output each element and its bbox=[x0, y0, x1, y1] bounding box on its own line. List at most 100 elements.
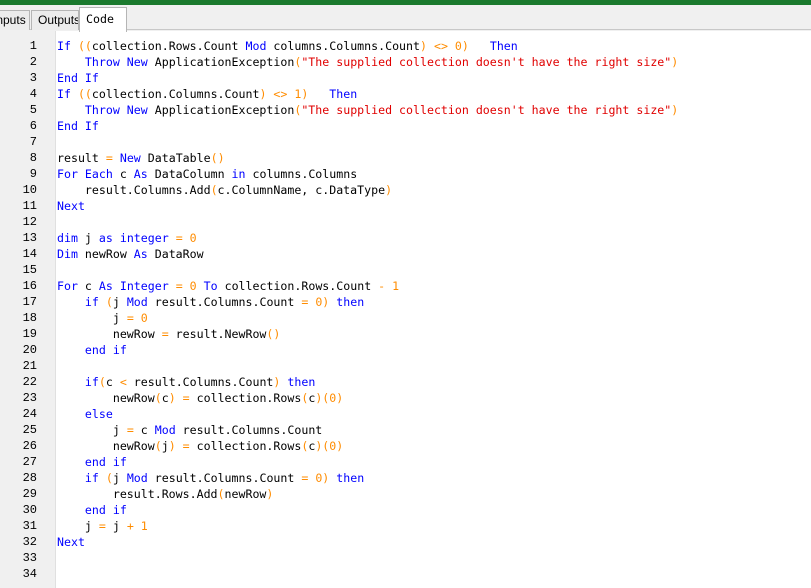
code-line[interactable]: 32 Next bbox=[0, 534, 811, 550]
code-token: ) bbox=[461, 39, 469, 53]
code-line[interactable]: 30 end if bbox=[0, 502, 811, 518]
code-line[interactable]: 14 Dim newRow As DataRow bbox=[0, 246, 811, 262]
code-text[interactable]: if (j Mod result.Columns.Count = 0) then bbox=[57, 470, 364, 486]
code-line[interactable]: 24 else bbox=[0, 406, 811, 422]
code-token: then bbox=[336, 471, 365, 485]
code-text[interactable]: end if bbox=[57, 342, 127, 358]
line-number: 24 bbox=[22, 407, 37, 421]
code-text[interactable]: End If bbox=[57, 118, 99, 134]
code-text[interactable]: Throw New ApplicationException("The supp… bbox=[57, 54, 678, 70]
tab-code[interactable]: Code bbox=[79, 7, 127, 32]
code-line[interactable]: 6 End If bbox=[0, 118, 811, 134]
code-token: Throw New bbox=[84, 55, 148, 69]
code-line[interactable]: 9 For Each c As DataColumn in columns.Col… bbox=[0, 166, 811, 182]
code-token: result.Columns.Add bbox=[57, 183, 211, 197]
code-token: ( bbox=[98, 375, 106, 389]
code-token: result.Columns.Count bbox=[175, 423, 323, 437]
code-token: )( bbox=[315, 439, 330, 453]
code-text[interactable]: j = 0 bbox=[57, 310, 148, 326]
code-line[interactable]: 7 bbox=[0, 134, 811, 150]
code-text[interactable]: result.Rows.Add(newRow) bbox=[57, 486, 274, 502]
code-text[interactable]: if(c < result.Columns.Count) then bbox=[57, 374, 315, 390]
code-line[interactable]: 33 bbox=[0, 550, 811, 566]
code-line[interactable]: 31 j = j + 1 bbox=[0, 518, 811, 534]
code-editor[interactable]: 1 If ((collection.Rows.Count Mod columns.… bbox=[0, 31, 811, 588]
code-text[interactable]: if (j Mod result.Columns.Count = 0) then bbox=[57, 294, 364, 310]
code-line[interactable]: 23 newRow(c) = collection.Rows(c)(0) bbox=[0, 390, 811, 406]
code-token: Then bbox=[329, 87, 358, 101]
code-text[interactable]: end if bbox=[57, 454, 127, 470]
code-text[interactable]: dim j as integer = 0 bbox=[57, 230, 197, 246]
code-text[interactable]: else bbox=[57, 406, 113, 422]
code-text[interactable]: j = c Mod result.Columns.Count bbox=[57, 422, 322, 438]
code-token: = bbox=[126, 423, 134, 437]
code-line[interactable]: 5 Throw New ApplicationException("The su… bbox=[0, 102, 811, 118]
code-text[interactable]: If ((collection.Rows.Count Mod columns.C… bbox=[57, 38, 518, 54]
code-token: collection.Columns.Count bbox=[91, 87, 260, 101]
code-text[interactable]: j = j + 1 bbox=[57, 518, 148, 534]
code-token: ApplicationException bbox=[147, 103, 295, 117]
code-line[interactable]: 8 result = New DataTable() bbox=[0, 150, 811, 166]
code-line[interactable]: 18 j = 0 bbox=[0, 310, 811, 326]
code-token: 0 bbox=[454, 39, 462, 53]
code-text[interactable]: For c As Integer = 0 To collection.Rows.… bbox=[57, 278, 399, 294]
code-token: in bbox=[231, 167, 246, 181]
code-token: < bbox=[119, 375, 127, 389]
code-line[interactable]: 10 result.Columns.Add(c.ColumnName, c.Da… bbox=[0, 182, 811, 198]
line-number: 28 bbox=[22, 471, 37, 485]
code-text[interactable]: newRow(c) = collection.Rows(c)(0) bbox=[57, 390, 343, 406]
code-text[interactable]: end if bbox=[57, 502, 127, 518]
code-line[interactable]: 20 end if bbox=[0, 342, 811, 358]
line-number: 31 bbox=[22, 519, 37, 533]
code-line[interactable]: 13 dim j as integer = 0 bbox=[0, 230, 811, 246]
code-line[interactable]: 12 bbox=[0, 214, 811, 230]
code-token: columns.Columns.Count bbox=[266, 39, 420, 53]
code-text[interactable]: newRow(j) = collection.Rows(c)(0) bbox=[57, 438, 343, 454]
code-text[interactable]: Throw New ApplicationException("The supp… bbox=[57, 102, 678, 118]
code-token: if bbox=[84, 295, 99, 309]
code-line[interactable]: 28 if (j Mod result.Columns.Count = 0) t… bbox=[0, 470, 811, 486]
code-line[interactable]: 29 result.Rows.Add(newRow) bbox=[0, 486, 811, 502]
code-line[interactable]: 21 bbox=[0, 358, 811, 374]
code-line[interactable]: 15 bbox=[0, 262, 811, 278]
tab-inputs[interactable]: Inputs bbox=[0, 10, 30, 30]
code-line[interactable]: 1 If ((collection.Rows.Count Mod columns.… bbox=[0, 38, 811, 54]
code-lines[interactable]: 1 If ((collection.Rows.Count Mod columns.… bbox=[0, 38, 811, 582]
code-line[interactable]: 25 j = c Mod result.Columns.Count bbox=[0, 422, 811, 438]
code-token: result.Columns.Count bbox=[147, 471, 302, 485]
code-line[interactable]: 11 Next bbox=[0, 198, 811, 214]
code-line[interactable]: 22 if(c < result.Columns.Count) then bbox=[0, 374, 811, 390]
code-token: c bbox=[105, 375, 120, 389]
code-text[interactable]: End If bbox=[57, 70, 99, 86]
code-text[interactable]: newRow = result.NewRow() bbox=[57, 326, 281, 342]
code-token: Next bbox=[57, 199, 85, 213]
code-line[interactable]: 17 if (j Mod result.Columns.Count = 0) t… bbox=[0, 294, 811, 310]
code-line[interactable]: 19 newRow = result.NewRow() bbox=[0, 326, 811, 342]
line-number: 33 bbox=[22, 551, 37, 565]
code-text[interactable]: Next bbox=[57, 534, 85, 550]
code-token: As Integer bbox=[98, 279, 169, 293]
code-line[interactable]: 4 If ((collection.Columns.Count) <> 1) Th… bbox=[0, 86, 811, 102]
code-line[interactable]: 26 newRow(j) = collection.Rows(c)(0) bbox=[0, 438, 811, 454]
code-token: <> bbox=[273, 87, 288, 101]
code-token: Mod bbox=[154, 423, 176, 437]
code-line[interactable]: 27 end if bbox=[0, 454, 811, 470]
code-token: result.NewRow bbox=[168, 327, 267, 341]
code-line[interactable]: 34 bbox=[0, 566, 811, 582]
code-text[interactable]: result.Columns.Add(c.ColumnName, c.DataT… bbox=[57, 182, 392, 198]
line-number: 12 bbox=[22, 215, 37, 229]
code-token: collection.Rows bbox=[189, 439, 302, 453]
code-line[interactable]: 3 End If bbox=[0, 70, 811, 86]
code-text[interactable]: If ((collection.Columns.Count) <> 1) The… bbox=[57, 86, 357, 102]
code-line[interactable]: 16 For c As Integer = 0 To collection.Row… bbox=[0, 278, 811, 294]
code-text[interactable]: result = New DataTable() bbox=[57, 150, 225, 166]
code-token: () bbox=[210, 151, 225, 165]
code-text[interactable]: For Each c As DataColumn in columns.Colu… bbox=[57, 166, 357, 182]
code-text[interactable]: Dim newRow As DataRow bbox=[57, 246, 204, 262]
code-text[interactable]: Next bbox=[57, 198, 85, 214]
code-line[interactable]: 2 Throw New ApplicationException("The su… bbox=[0, 54, 811, 70]
tab-outputs[interactable]: Outputs bbox=[31, 10, 79, 30]
